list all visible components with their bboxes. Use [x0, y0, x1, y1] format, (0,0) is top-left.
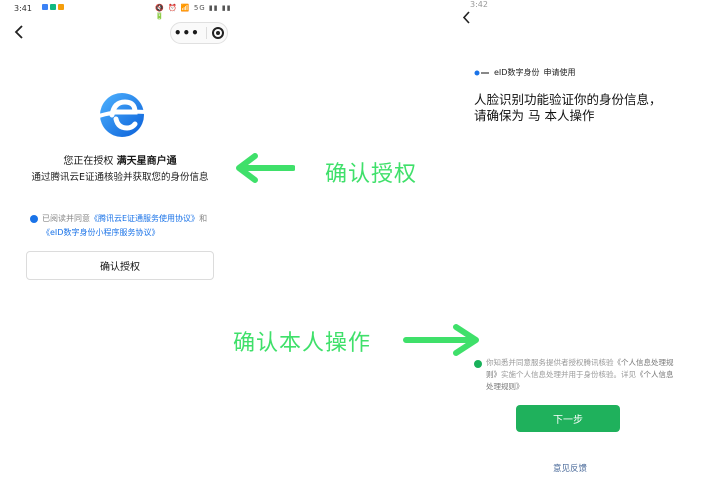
back-button-right[interactable]	[462, 11, 471, 28]
eid-suffix: 申请使用	[543, 68, 576, 77]
eid-agreement-link[interactable]: 《eID数字身份小程序服务协议》	[42, 227, 159, 238]
consent-and: 和	[199, 214, 208, 223]
right-arrow-icon	[403, 324, 479, 356]
consent-mid: 实施个人信息处理并用于身份核验。详见	[501, 370, 636, 379]
app-icon	[50, 4, 56, 10]
back-button[interactable]	[14, 24, 24, 43]
verify-title-line2: 请确保为 马 本人操作	[474, 108, 595, 123]
eid-logo-icon	[474, 70, 489, 75]
status-indicators: 🔇 ⏰ 📶 5G ▮▮ ▮▮ 🔋	[155, 4, 232, 20]
annotation-confirm-self: 确认本人操作	[233, 331, 372, 356]
consent-prefix: 已阅读并同意	[42, 214, 90, 223]
status-bar: 3:41 🔇 ⏰ 📶 5G ▮▮ ▮▮ 🔋	[0, 0, 235, 20]
auth-merchant-name: 满天星商户通	[116, 156, 177, 167]
annotation-confirm-auth: 确认授权	[325, 162, 418, 187]
more-icon[interactable]: •••	[174, 26, 200, 40]
feedback-link[interactable]: 意见反馈	[553, 462, 587, 474]
eid-header: eID数字身份 申请使用	[474, 67, 575, 78]
auth-title: 您正在授权 满天星商户通	[0, 152, 240, 167]
chevron-left-icon	[14, 25, 23, 39]
next-step-button[interactable]: 下一步	[516, 405, 620, 432]
capsule-divider	[205, 27, 207, 39]
eid-brand: eID数字身份	[494, 68, 540, 77]
auth-description: 通过腾讯云E证通核验并获取您的身份信息	[31, 172, 209, 183]
e-zhengtong-logo	[93, 93, 147, 137]
status-time: 3:41	[14, 4, 32, 13]
service-agreement-link[interactable]: 《腾讯云E证通服务使用协议》	[90, 214, 199, 223]
right-consent-row[interactable]: 你知悉并同意服务提供者授权腾讯核验《个人信息处理规则》实施个人信息处理并用于身份…	[474, 357, 674, 393]
app-icon	[58, 4, 64, 10]
consent-check-icon[interactable]	[30, 215, 38, 223]
consent-row[interactable]: 已阅读并同意《腾讯云E证通服务使用协议》和	[30, 213, 230, 225]
left-arrow-icon	[236, 153, 295, 183]
auth-prefix: 您正在授权	[63, 156, 114, 167]
consent-text: 你知悉并同意服务提供者授权腾讯核验	[486, 358, 614, 367]
consent-check-icon[interactable]	[474, 360, 482, 368]
app-icon	[42, 4, 48, 10]
close-miniprogram-icon[interactable]	[212, 27, 225, 39]
chevron-left-icon	[462, 11, 470, 24]
miniprogram-capsule[interactable]: •••	[170, 22, 228, 44]
right-status-time: 3:42	[470, 0, 488, 9]
confirm-authorize-button[interactable]: 确认授权	[26, 251, 214, 280]
status-app-icons	[42, 4, 64, 10]
